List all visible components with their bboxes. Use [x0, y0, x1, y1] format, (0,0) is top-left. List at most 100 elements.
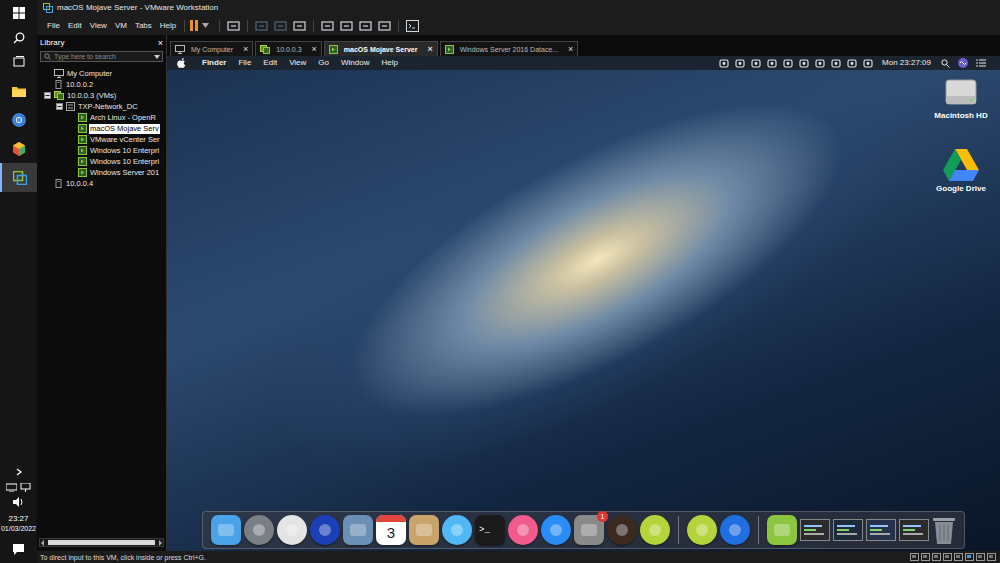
dock-app[interactable] [767, 515, 797, 545]
mac-clock[interactable]: Mon 23:27:09 [882, 57, 931, 69]
dock-app[interactable] [640, 515, 670, 545]
send-keys-icon[interactable] [227, 20, 240, 32]
library-close-button[interactable]: × [158, 38, 163, 48]
dock-app[interactable] [508, 515, 538, 545]
vm-screen[interactable]: FinderFileEditViewGoWindowHelpMon 23:27:… [167, 56, 1000, 551]
battery-icon[interactable] [815, 59, 825, 68]
dock-app[interactable] [442, 515, 472, 545]
minimized-window[interactable] [866, 519, 896, 541]
taskbar-app[interactable] [0, 105, 37, 134]
tab[interactable]: My Computer× [170, 41, 253, 56]
notification-center-icon[interactable] [976, 59, 986, 67]
network-icon[interactable] [6, 483, 17, 492]
taskbar-app[interactable] [0, 76, 37, 105]
volume-icon[interactable] [13, 497, 24, 507]
dock-app[interactable] [607, 515, 637, 545]
snapshot-icon[interactable] [255, 20, 268, 32]
scroll-right-icon[interactable] [157, 540, 163, 546]
tree-item[interactable]: TXP-Network_DC [37, 101, 166, 112]
siri-icon[interactable] [958, 58, 968, 68]
tree-item[interactable]: Arch Linux - OpenR [37, 112, 166, 123]
library-toggle-icon[interactable] [321, 20, 334, 32]
device-status-icon[interactable] [943, 553, 952, 561]
minimized-window[interactable] [899, 519, 929, 541]
scroll-left-icon[interactable] [40, 540, 46, 546]
tab-close-button[interactable]: × [243, 45, 248, 54]
device-status-icon[interactable] [965, 553, 974, 561]
dock-app[interactable]: 1 [574, 515, 604, 545]
dropdown-arrow-icon[interactable] [154, 55, 160, 59]
tab-close-button[interactable]: × [427, 45, 432, 54]
windows-logo-icon[interactable] [13, 7, 25, 19]
tree-item[interactable]: VMware vCenter Ser [37, 134, 166, 145]
dock-app[interactable] [277, 515, 307, 545]
clock-date[interactable]: 01/03/2022 [1, 524, 36, 534]
mac-menu-item[interactable]: Help [375, 57, 403, 69]
minimized-window[interactable] [800, 519, 830, 541]
tree-item[interactable]: 10.0.0.4 [37, 178, 166, 189]
clock-time[interactable]: 23:27 [8, 514, 28, 524]
snapshot-manager-icon[interactable] [293, 20, 306, 32]
tree-item[interactable]: 10.0.0.2 [37, 79, 166, 90]
mac-menu-item[interactable]: File [232, 57, 257, 69]
fullscreen-icon[interactable] [359, 20, 372, 32]
tab[interactable]: macOS Mojave Server× [324, 41, 438, 56]
menu-item[interactable]: Tabs [131, 20, 156, 32]
minimized-window[interactable] [833, 519, 863, 541]
tree-item[interactable]: Windows 10 Enterpri [37, 156, 166, 167]
search-icon[interactable] [13, 32, 25, 44]
menu-item[interactable]: File [43, 20, 64, 32]
revert-snapshot-icon[interactable] [274, 20, 287, 32]
spotlight-icon[interactable] [941, 59, 950, 68]
tree-item[interactable]: My Computer [37, 68, 166, 79]
device-status-icon[interactable] [921, 553, 930, 561]
mac-desktop[interactable]: Macintosh HD Google Drive 3 >_ 1 [167, 70, 1000, 551]
clipboard-icon[interactable] [751, 59, 761, 68]
tree-item[interactable]: 10.0.0.3 (VMs) [37, 90, 166, 101]
malwarebytes-icon[interactable] [735, 59, 745, 68]
dock-app[interactable]: >_ [475, 515, 505, 545]
network-monitor-icon[interactable] [767, 59, 777, 68]
chevron-up-icon[interactable] [14, 467, 24, 477]
task-view-icon[interactable] [13, 56, 25, 68]
grid-icon[interactable] [783, 59, 793, 68]
mac-menu-item[interactable]: Edit [257, 57, 283, 69]
taskbar-app[interactable] [0, 163, 37, 192]
device-status-icon[interactable] [954, 553, 963, 561]
thumbnail-icon[interactable] [340, 20, 353, 32]
display-icon[interactable] [863, 59, 873, 68]
menu-item[interactable]: View [86, 20, 111, 32]
collapse-icon[interactable] [56, 103, 63, 110]
vpn-icon[interactable] [799, 59, 809, 68]
desktop-icon[interactable]: Google Drive [926, 149, 996, 194]
dock-app[interactable] [244, 515, 274, 545]
menu-item[interactable]: Edit [64, 20, 86, 32]
device-status-icon[interactable] [910, 553, 919, 561]
notification-icon[interactable] [13, 544, 24, 555]
mac-menu-item[interactable]: View [283, 57, 312, 69]
dock-app[interactable] [211, 515, 241, 545]
tab[interactable]: 10.0.0.3× [255, 41, 322, 56]
tree-item[interactable]: macOS Mojave Serv [37, 123, 166, 134]
tab[interactable]: Windows Server 2016 Datace...× [440, 41, 579, 56]
tab-close-button[interactable]: × [568, 45, 573, 54]
eject-icon[interactable] [831, 59, 841, 68]
taskbar-app[interactable] [0, 134, 37, 163]
tree-item[interactable]: Windows 10 Enterpri [37, 145, 166, 156]
mac-menu-item[interactable]: Go [312, 57, 335, 69]
dock-app[interactable]: 3 [376, 515, 406, 545]
device-status-icon[interactable] [932, 553, 941, 561]
collapse-icon[interactable] [44, 92, 51, 99]
dock-app[interactable] [541, 515, 571, 545]
device-status-icon[interactable] [987, 553, 996, 561]
dropdown-arrow-icon[interactable] [202, 23, 209, 28]
apple-logo-icon[interactable] [177, 58, 186, 68]
dock-app[interactable] [310, 515, 340, 545]
trash-icon[interactable] [932, 515, 956, 545]
pause-icon[interactable] [189, 20, 199, 31]
dock-app[interactable] [409, 515, 439, 545]
bluetooth-icon[interactable] [847, 59, 857, 68]
horizontal-scrollbar[interactable] [39, 538, 164, 547]
desktop-icon[interactable]: Macintosh HD [926, 74, 996, 121]
console-icon[interactable] [406, 20, 419, 32]
